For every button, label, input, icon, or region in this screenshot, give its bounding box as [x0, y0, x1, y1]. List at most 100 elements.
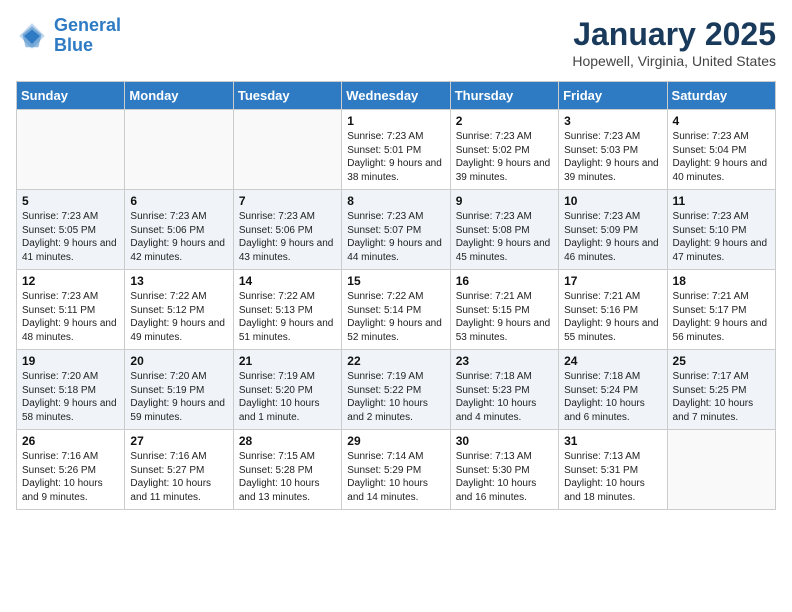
day-number: 13 — [130, 274, 227, 288]
calendar-cell: 9 Sunrise: 7:23 AM Sunset: 5:08 PM Daylig… — [450, 190, 558, 270]
day-number: 24 — [564, 354, 661, 368]
day-content: Sunrise: 7:23 AM Sunset: 5:06 PM Dayligh… — [239, 210, 336, 264]
day-content: Sunrise: 7:22 AM Sunset: 5:14 PM Dayligh… — [347, 290, 444, 344]
day-number: 16 — [456, 274, 553, 288]
day-content: Sunrise: 7:13 AM Sunset: 5:31 PM Dayligh… — [564, 450, 661, 504]
weekday-header: Sunday — [17, 82, 125, 110]
day-content: Sunrise: 7:23 AM Sunset: 5:01 PM Dayligh… — [347, 130, 444, 184]
calendar-cell: 21 Sunrise: 7:19 AM Sunset: 5:20 PM Dayli… — [233, 350, 341, 430]
calendar-cell — [667, 430, 775, 510]
weekday-header: Thursday — [450, 82, 558, 110]
day-number: 23 — [456, 354, 553, 368]
logo: General Blue — [16, 16, 121, 56]
calendar-cell: 27Sunrise: 7:16 AM Sunset: 5:27 PM Dayli… — [125, 430, 233, 510]
logo-icon — [16, 20, 48, 52]
calendar-cell: 16 Sunrise: 7:21 AM Sunset: 5:15 PM Dayli… — [450, 270, 558, 350]
day-number: 30 — [456, 434, 553, 448]
calendar-cell: 2 Sunrise: 7:23 AM Sunset: 5:02 PM Daylig… — [450, 110, 558, 190]
calendar-week-row: 1Sunrise: 7:23 AM Sunset: 5:01 PM Daylig… — [17, 110, 776, 190]
calendar-cell — [125, 110, 233, 190]
day-content: Sunrise: 7:23 AM Sunset: 5:05 PM Dayligh… — [22, 210, 119, 264]
day-number: 2 — [456, 114, 553, 128]
calendar-cell: 18 Sunrise: 7:21 AM Sunset: 5:17 PM Dayli… — [667, 270, 775, 350]
day-content: Sunrise: 7:22 AM Sunset: 5:13 PM Dayligh… — [239, 290, 336, 344]
day-content: Sunrise: 7:21 AM Sunset: 5:15 PM Dayligh… — [456, 290, 553, 344]
calendar-cell: 24 Sunrise: 7:18 AM Sunset: 5:24 PM Dayli… — [559, 350, 667, 430]
day-content: Sunrise: 7:23 AM Sunset: 5:04 PM Dayligh… — [673, 130, 770, 184]
calendar-cell: 29 Sunrise: 7:14 AM Sunset: 5:29 PM Dayli… — [342, 430, 450, 510]
day-number: 14 — [239, 274, 336, 288]
calendar-cell: 15 Sunrise: 7:22 AM Sunset: 5:14 PM Dayli… — [342, 270, 450, 350]
calendar-week-row: 12Sunrise: 7:23 AM Sunset: 5:11 PM Dayli… — [17, 270, 776, 350]
day-number: 29 — [347, 434, 444, 448]
day-number: 17 — [564, 274, 661, 288]
location: Hopewell, Virginia, United States — [572, 53, 776, 69]
calendar-cell: 17 Sunrise: 7:21 AM Sunset: 5:16 PM Dayli… — [559, 270, 667, 350]
calendar-cell: 20Sunrise: 7:20 AM Sunset: 5:19 PM Dayli… — [125, 350, 233, 430]
calendar-week-row: 19Sunrise: 7:20 AM Sunset: 5:18 PM Dayli… — [17, 350, 776, 430]
day-number: 31 — [564, 434, 661, 448]
day-content: Sunrise: 7:14 AM Sunset: 5:29 PM Dayligh… — [347, 450, 444, 504]
day-content: Sunrise: 7:23 AM Sunset: 5:11 PM Dayligh… — [22, 290, 119, 344]
day-number: 6 — [130, 194, 227, 208]
day-content: Sunrise: 7:23 AM Sunset: 5:08 PM Dayligh… — [456, 210, 553, 264]
calendar-cell: 30Sunrise: 7:13 AM Sunset: 5:30 PM Dayli… — [450, 430, 558, 510]
day-content: Sunrise: 7:23 AM Sunset: 5:09 PM Dayligh… — [564, 210, 661, 264]
day-content: Sunrise: 7:21 AM Sunset: 5:17 PM Dayligh… — [673, 290, 770, 344]
day-number: 28 — [239, 434, 336, 448]
calendar-cell: 23 Sunrise: 7:18 AM Sunset: 5:23 PM Dayli… — [450, 350, 558, 430]
day-content: Sunrise: 7:22 AM Sunset: 5:12 PM Dayligh… — [130, 290, 227, 344]
calendar-cell: 19Sunrise: 7:20 AM Sunset: 5:18 PM Dayli… — [17, 350, 125, 430]
page-header: General Blue January 2025 Hopewell, Virg… — [16, 16, 776, 69]
day-number: 4 — [673, 114, 770, 128]
calendar-cell: 10 Sunrise: 7:23 AM Sunset: 5:09 PM Dayli… — [559, 190, 667, 270]
day-number: 7 — [239, 194, 336, 208]
day-content: Sunrise: 7:23 AM Sunset: 5:02 PM Dayligh… — [456, 130, 553, 184]
calendar-cell: 25 Sunrise: 7:17 AM Sunset: 5:25 PM Dayli… — [667, 350, 775, 430]
day-number: 26 — [22, 434, 119, 448]
day-content: Sunrise: 7:15 AM Sunset: 5:28 PM Dayligh… — [239, 450, 336, 504]
day-content: Sunrise: 7:23 AM Sunset: 5:07 PM Dayligh… — [347, 210, 444, 264]
calendar-cell: 12Sunrise: 7:23 AM Sunset: 5:11 PM Dayli… — [17, 270, 125, 350]
day-number: 21 — [239, 354, 336, 368]
calendar-week-row: 5 Sunrise: 7:23 AM Sunset: 5:05 PM Daylig… — [17, 190, 776, 270]
calendar-cell: 11 Sunrise: 7:23 AM Sunset: 5:10 PM Dayli… — [667, 190, 775, 270]
weekday-header: Tuesday — [233, 82, 341, 110]
day-content: Sunrise: 7:21 AM Sunset: 5:16 PM Dayligh… — [564, 290, 661, 344]
day-number: 18 — [673, 274, 770, 288]
day-number: 5 — [22, 194, 119, 208]
calendar-table: SundayMondayTuesdayWednesdayThursdayFrid… — [16, 81, 776, 510]
title-block: January 2025 Hopewell, Virginia, United … — [572, 16, 776, 69]
day-number: 25 — [673, 354, 770, 368]
calendar-cell: 3Sunrise: 7:23 AM Sunset: 5:03 PM Daylig… — [559, 110, 667, 190]
calendar-cell — [17, 110, 125, 190]
weekday-header: Saturday — [667, 82, 775, 110]
calendar-cell: 5 Sunrise: 7:23 AM Sunset: 5:05 PM Daylig… — [17, 190, 125, 270]
day-content: Sunrise: 7:16 AM Sunset: 5:26 PM Dayligh… — [22, 450, 119, 504]
logo-text: General Blue — [54, 16, 121, 56]
calendar-cell: 7 Sunrise: 7:23 AM Sunset: 5:06 PM Daylig… — [233, 190, 341, 270]
day-number: 22 — [347, 354, 444, 368]
day-content: Sunrise: 7:23 AM Sunset: 5:10 PM Dayligh… — [673, 210, 770, 264]
calendar-cell: 1Sunrise: 7:23 AM Sunset: 5:01 PM Daylig… — [342, 110, 450, 190]
day-number: 27 — [130, 434, 227, 448]
day-content: Sunrise: 7:17 AM Sunset: 5:25 PM Dayligh… — [673, 370, 770, 424]
day-number: 10 — [564, 194, 661, 208]
calendar-cell — [233, 110, 341, 190]
calendar-cell: 14 Sunrise: 7:22 AM Sunset: 5:13 PM Dayli… — [233, 270, 341, 350]
calendar-cell: 28 Sunrise: 7:15 AM Sunset: 5:28 PM Dayli… — [233, 430, 341, 510]
day-content: Sunrise: 7:23 AM Sunset: 5:03 PM Dayligh… — [564, 130, 661, 184]
calendar-cell: 26 Sunrise: 7:16 AM Sunset: 5:26 PM Dayli… — [17, 430, 125, 510]
calendar-cell: 4 Sunrise: 7:23 AM Sunset: 5:04 PM Daylig… — [667, 110, 775, 190]
weekday-header: Monday — [125, 82, 233, 110]
day-content: Sunrise: 7:19 AM Sunset: 5:22 PM Dayligh… — [347, 370, 444, 424]
day-content: Sunrise: 7:19 AM Sunset: 5:20 PM Dayligh… — [239, 370, 336, 424]
day-content: Sunrise: 7:20 AM Sunset: 5:19 PM Dayligh… — [130, 370, 227, 424]
weekday-header-row: SundayMondayTuesdayWednesdayThursdayFrid… — [17, 82, 776, 110]
weekday-header: Friday — [559, 82, 667, 110]
day-number: 9 — [456, 194, 553, 208]
day-content: Sunrise: 7:18 AM Sunset: 5:24 PM Dayligh… — [564, 370, 661, 424]
day-content: Sunrise: 7:18 AM Sunset: 5:23 PM Dayligh… — [456, 370, 553, 424]
day-number: 15 — [347, 274, 444, 288]
day-number: 11 — [673, 194, 770, 208]
